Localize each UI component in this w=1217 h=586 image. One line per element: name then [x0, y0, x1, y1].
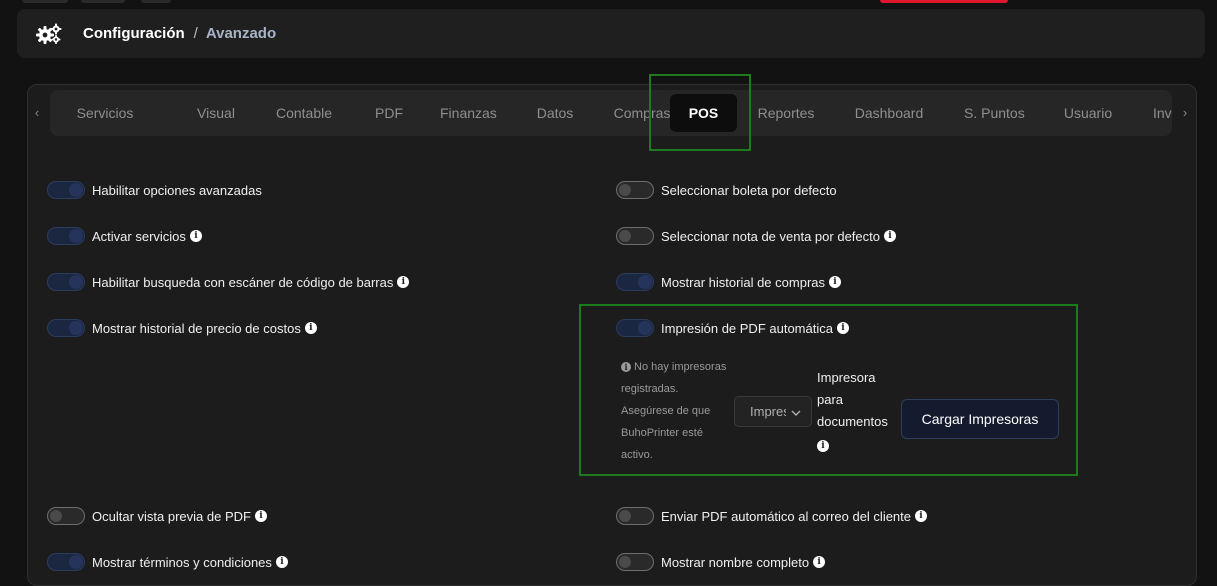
tab-finanzas[interactable]: Finanzas — [440, 94, 497, 132]
toggle-switch[interactable] — [616, 227, 654, 245]
tab-bar: Servicios Visual Contable PDF Finanzas D… — [50, 90, 1172, 136]
tab-pdf[interactable]: PDF — [375, 94, 403, 132]
tabs-scroll-left-icon[interactable]: ‹ — [30, 105, 44, 121]
option-habilitar-opciones-avanzadas: Habilitar opciones avanzadas — [47, 180, 262, 200]
option-enviar-pdf-correo: Enviar PDF automático al correo del clie… — [616, 506, 928, 526]
top-strip — [0, 0, 1217, 3]
tab-reportes[interactable]: Reportes — [757, 94, 815, 132]
option-terminos-condiciones: Mostrar términos y condiciones i — [47, 552, 288, 572]
top-chip[interactable] — [141, 0, 171, 3]
option-label: Enviar PDF automático al correo del clie… — [661, 508, 912, 524]
printer-label: Impresora para documentos i — [817, 367, 888, 455]
toggle-switch[interactable] — [47, 273, 85, 291]
info-icon[interactable]: i — [304, 322, 317, 334]
info-icon[interactable]: i — [397, 276, 410, 288]
tab-dashboard[interactable]: Dashboard — [854, 94, 924, 132]
info-icon[interactable]: i — [915, 510, 928, 522]
highlight-active-tab — [649, 74, 751, 151]
info-icon[interactable]: i — [829, 276, 841, 288]
info-icon[interactable]: i — [189, 230, 202, 242]
top-red-button[interactable] — [880, 0, 1008, 3]
info-icon[interactable]: i — [817, 440, 829, 452]
top-chip[interactable] — [22, 0, 68, 3]
info-icon[interactable]: i — [254, 510, 267, 522]
option-historial-compras: Mostrar historial de compras i — [616, 272, 841, 292]
page-header: Configuración / Avanzado — [17, 9, 1205, 58]
breadcrumb-separator: / — [193, 25, 198, 42]
toggle-switch[interactable] — [616, 553, 654, 571]
option-label: Mostrar términos y condiciones — [92, 554, 272, 570]
printer-warning: i No hay impresoras registradas. Asegúres… — [621, 356, 729, 466]
toggle-switch[interactable] — [47, 227, 85, 245]
option-label: Activar servicios — [92, 228, 186, 244]
tab-usuario[interactable]: Usuario — [1063, 94, 1113, 132]
toggle-switch[interactable] — [47, 319, 85, 337]
tabs-scroll-right-icon[interactable]: › — [1178, 105, 1192, 121]
info-icon[interactable]: i — [883, 230, 896, 242]
printer-select-value: Impresora — [750, 404, 786, 419]
tab-inventario[interactable]: Inv — [1153, 94, 1172, 132]
option-boleta-por-defecto: Seleccionar boleta por defecto — [616, 180, 837, 200]
option-nota-venta-por-defecto: Seleccionar nota de venta por defecto i — [616, 226, 896, 246]
option-label: Habilitar opciones avanzadas — [92, 182, 262, 198]
printer-label-text: Impresora para documentos — [817, 370, 888, 429]
option-label: Seleccionar boleta por defecto — [661, 182, 837, 198]
tab-visual[interactable]: Visual — [196, 94, 236, 132]
option-label: Habilitar busqueda con escáner de código… — [92, 274, 394, 290]
toggle-switch[interactable] — [47, 507, 85, 525]
option-nombre-completo: Mostrar nombre completo i — [616, 552, 826, 572]
printer-warning-text: No hay impresoras registradas. Asegúrese… — [621, 361, 727, 461]
tab-servicios[interactable]: Servicios — [76, 94, 134, 132]
top-chip[interactable] — [81, 0, 125, 3]
option-label: Mostrar historial de precio de costos — [92, 320, 301, 336]
toggle-switch[interactable] — [47, 553, 85, 571]
option-ocultar-vista-previa-pdf: Ocultar vista previa de PDF i — [47, 506, 267, 526]
option-busqueda-escaner: Habilitar busqueda con escáner de código… — [47, 272, 410, 292]
option-label: Seleccionar nota de venta por defecto — [661, 228, 880, 244]
option-label: Mostrar historial de compras — [661, 274, 825, 290]
info-icon[interactable]: i — [275, 556, 288, 568]
toggle-switch[interactable] — [616, 507, 654, 525]
tab-s-puntos[interactable]: S. Puntos — [964, 94, 1025, 132]
tab-datos[interactable]: Datos — [536, 94, 574, 132]
option-label: Ocultar vista previa de PDF — [92, 508, 251, 524]
toggle-switch[interactable] — [616, 273, 654, 291]
info-icon[interactable]: i — [813, 556, 826, 568]
breadcrumb-root[interactable]: Configuración — [83, 25, 185, 42]
toggle-switch[interactable] — [616, 181, 654, 199]
load-printers-button[interactable]: Cargar Impresoras — [901, 399, 1059, 439]
gears-icon — [36, 23, 62, 45]
chevron-down-icon — [790, 406, 802, 418]
printer-select[interactable]: Impresora — [734, 396, 812, 427]
option-label: Mostrar nombre completo — [661, 554, 810, 570]
breadcrumb-current: Avanzado — [205, 25, 277, 42]
info-icon: i — [621, 362, 631, 372]
toggle-switch[interactable] — [47, 181, 85, 199]
option-activar-servicios: Activar servicios i — [47, 226, 202, 246]
option-historial-precio-costos: Mostrar historial de precio de costos i — [47, 318, 317, 338]
tab-contable[interactable]: Contable — [275, 94, 333, 132]
